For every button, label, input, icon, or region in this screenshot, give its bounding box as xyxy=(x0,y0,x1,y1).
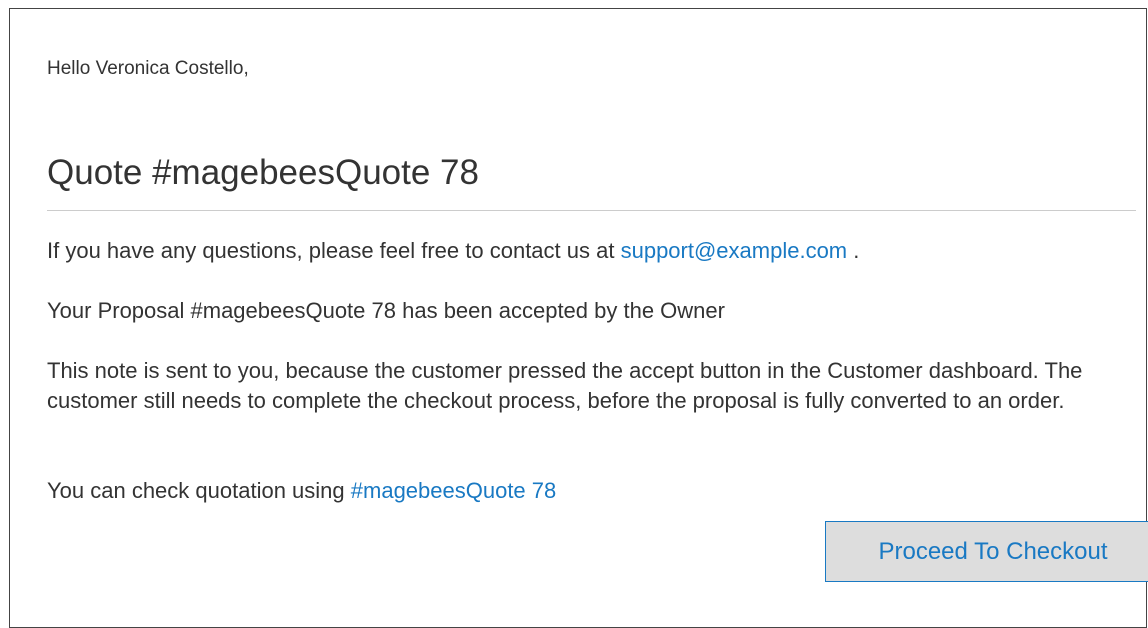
email-container: Hello Veronica Costello, Quote #magebees… xyxy=(9,8,1148,628)
proceed-to-checkout-button[interactable]: Proceed To Checkout xyxy=(825,521,1148,582)
contact-paragraph: If you have any questions, please feel f… xyxy=(47,236,859,266)
quote-link[interactable]: #magebeesQuote 78 xyxy=(351,478,557,503)
greeting-text: Hello Veronica Costello, xyxy=(47,58,249,79)
title-divider xyxy=(47,210,1136,211)
support-email-link[interactable]: support@example.com xyxy=(621,238,848,263)
note-paragraph: This note is sent to you, because the cu… xyxy=(47,358,1083,413)
check-prefix-text: You can check quotation using xyxy=(47,478,345,503)
accepted-message: Your Proposal #magebeesQuote 78 has been… xyxy=(47,298,725,323)
check-quotation-paragraph: You can check quotation using #magebeesQ… xyxy=(47,476,556,506)
contact-prefix-text: If you have any questions, please feel f… xyxy=(47,238,615,263)
quote-title: Quote #magebeesQuote 78 xyxy=(47,153,479,192)
contact-suffix-text: . xyxy=(853,238,860,263)
